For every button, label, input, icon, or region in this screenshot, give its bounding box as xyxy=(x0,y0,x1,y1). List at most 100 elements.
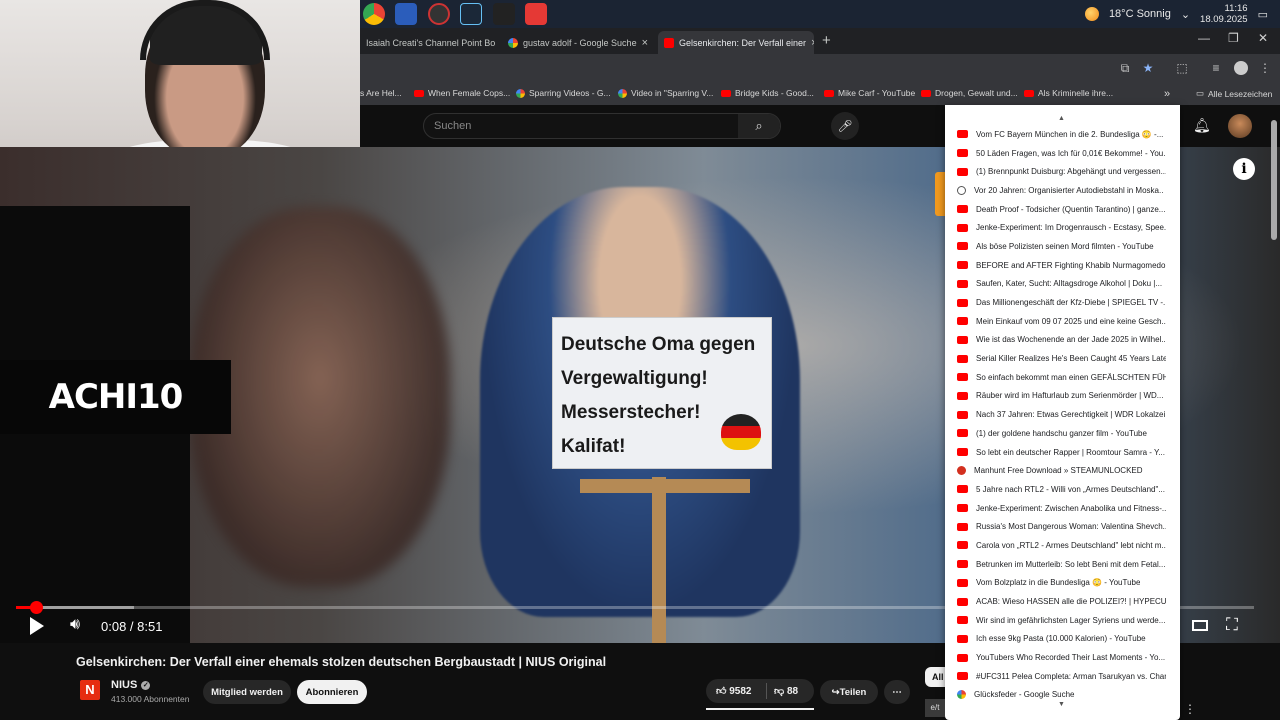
dropdown-bookmark-item[interactable]: Räuber wird im Hafturlaub zum Serienmörd… xyxy=(945,387,1180,406)
dropdown-bookmark-item[interactable]: Wie ist das Wochenende an der Jade 2025 … xyxy=(945,331,1180,350)
close-icon[interactable]: × xyxy=(811,37,814,49)
microphone-icon[interactable]: 🎤︎ xyxy=(831,112,859,140)
bookmark-item[interactable]: Als Kriminelle ihre... xyxy=(1024,88,1113,98)
more-actions-button[interactable]: ⋯ xyxy=(884,680,910,704)
dropdown-bookmark-item[interactable]: BEFORE and AFTER Fighting Khabib Nurmago… xyxy=(945,256,1180,275)
chevron-down-icon[interactable]: ⌄ xyxy=(1181,8,1190,21)
scroll-down-icon[interactable]: ▼ xyxy=(1058,701,1065,708)
bookmark-item[interactable]: s Are Hel... xyxy=(360,88,402,98)
bookmark-item[interactable]: When Female Cops... xyxy=(414,88,510,98)
dropdown-bookmark-item[interactable]: Vom FC Bayern München in die 2. Bundesli… xyxy=(945,125,1180,144)
dropdown-bookmark-item[interactable]: So lebt ein deutscher Rapper | Roomtour … xyxy=(945,443,1180,462)
all-bookmarks[interactable]: ▭ Alle Lesezeichen xyxy=(1196,88,1272,99)
profile-avatar[interactable] xyxy=(1234,61,1248,75)
dropdown-bookmark-item[interactable]: Russia's Most Dangerous Woman: Valentina… xyxy=(945,517,1180,536)
dropdown-bookmark-item[interactable]: Wir sind im gefährlichsten Lager Syriens… xyxy=(945,611,1180,630)
dropdown-bookmark-item[interactable]: So einfach bekommt man einen GEFÄLSCHTEN… xyxy=(945,368,1180,387)
dropdown-bookmark-item[interactable]: (1) Brennpunkt Duisburg: Abgehängt und v… xyxy=(945,162,1180,181)
dropdown-bookmark-item[interactable]: #UFC311 Pelea Completa: Arman Tsarukyan … xyxy=(945,667,1180,686)
tab-youtube-video[interactable]: Gelsenkirchen: Der Verfall einer × xyxy=(658,31,814,54)
menu-icon[interactable]: ⋮ xyxy=(1258,61,1272,75)
app-icon-record[interactable] xyxy=(428,3,450,25)
steam-icon[interactable] xyxy=(460,3,482,25)
new-tab-button[interactable]: + xyxy=(822,32,831,49)
bookmarks-overflow-icon[interactable]: » xyxy=(1164,88,1170,100)
dropdown-bookmark-label: Wir sind im gefährlichsten Lager Syriens… xyxy=(976,615,1166,625)
dropdown-bookmark-item[interactable]: Nach 37 Jahren: Etwas Gerechtigkeit | WD… xyxy=(945,405,1180,424)
google-icon xyxy=(957,690,966,700)
play-icon[interactable] xyxy=(30,617,44,635)
app-icon-red-play[interactable] xyxy=(525,3,547,25)
dropdown-bookmark-item[interactable]: Jenke-Experiment: Im Drogenrausch - Ecst… xyxy=(945,218,1180,237)
info-icon[interactable]: i xyxy=(1233,158,1255,180)
fullscreen-icon[interactable]: ⛶ xyxy=(1226,615,1238,635)
youtube-icon xyxy=(957,597,968,606)
bell-icon[interactable]: 🔔︎ xyxy=(1193,117,1211,134)
mouse-cursor xyxy=(1066,701,1075,715)
dropdown-bookmark-item[interactable]: Saufen, Kater, Sucht: Alltagsdroge Alkoh… xyxy=(945,275,1180,294)
bookmark-item[interactable]: Video in "Sparring V... xyxy=(618,88,713,98)
bookmark-item[interactable]: Mike Carf - YouTube xyxy=(824,88,915,98)
youtube-icon xyxy=(957,634,968,643)
orange-side-tab[interactable] xyxy=(935,172,945,216)
close-window-button[interactable]: ✕ xyxy=(1258,31,1268,45)
dropdown-bookmark-label: Manhunt Free Download » STEAMUNLOCKED xyxy=(974,466,1143,476)
bookmark-item[interactable]: Bridge Kids - Good... xyxy=(721,88,814,98)
dropdown-bookmark-item[interactable]: 5 Jahre nach RTL2 - Willi von „Armes Deu… xyxy=(945,480,1180,499)
chrome-icon[interactable] xyxy=(363,3,385,25)
scroll-up-icon[interactable]: ▲ xyxy=(1058,115,1065,122)
avatar[interactable] xyxy=(1228,114,1252,138)
notification-icon[interactable]: ▭ xyxy=(1258,8,1268,21)
volume-icon[interactable]: 🔊︎ xyxy=(70,616,80,634)
filter-chip-all[interactable]: All xyxy=(925,667,947,687)
theater-mode-icon[interactable] xyxy=(1192,620,1208,631)
extensions-icon[interactable]: ⬚ xyxy=(1175,61,1189,75)
search-input[interactable]: Suchen xyxy=(434,120,471,132)
dropdown-bookmark-item[interactable]: Death Proof - Todsicher (Quentin Taranti… xyxy=(945,200,1180,219)
channel-avatar[interactable]: N xyxy=(80,680,100,700)
bookmark-item[interactable]: Drogen, Gewalt und... xyxy=(921,88,1018,98)
bookmark-item[interactable]: Sparring Videos - G... xyxy=(516,88,611,98)
dropdown-bookmark-item[interactable]: Mein Einkauf vom 09 07 2025 und eine kei… xyxy=(945,312,1180,331)
app-icon-refresh[interactable] xyxy=(395,3,417,25)
dropdown-bookmark-item[interactable]: Carola von „RTL2 - Armes Deutschland" le… xyxy=(945,536,1180,555)
dropdown-bookmark-item[interactable]: 50 Läden Fragen, was Ich für 0,01€ Bekom… xyxy=(945,144,1180,163)
join-button[interactable]: Mitglied werden xyxy=(203,680,291,704)
dropdown-bookmark-item[interactable]: Ich esse 9kg Pasta (10.000 Kalorien) - Y… xyxy=(945,630,1180,649)
search-box[interactable]: Suchen ⌕ xyxy=(423,113,781,139)
dropdown-bookmark-item[interactable]: Serial Killer Realizes He's Been Caught … xyxy=(945,349,1180,368)
star-icon[interactable]: ★ xyxy=(1141,61,1155,75)
dropdown-bookmark-item[interactable]: ACAB: Wieso HASSEN alle die POLIZEI?! | … xyxy=(945,592,1180,611)
channel-name[interactable]: NIUS ✓ xyxy=(111,679,151,691)
minimize-button[interactable]: — xyxy=(1198,31,1210,45)
tab-google-search[interactable]: gustav adolf - Google Suche × xyxy=(502,31,656,54)
search-icon[interactable]: ⌕ xyxy=(738,114,780,138)
page-scrollbar[interactable] xyxy=(1271,120,1277,240)
more-options-icon[interactable]: ⋮ xyxy=(1184,702,1196,716)
dropdown-bookmark-item[interactable]: Als böse Polizisten seinen Mord filmten … xyxy=(945,237,1180,256)
dropdown-bookmark-item[interactable]: Das Millionengeschäft der Kfz-Diebe | SP… xyxy=(945,293,1180,312)
dropdown-bookmark-item[interactable]: (1) der goldene handschu ganzer film - Y… xyxy=(945,424,1180,443)
dropdown-bookmark-item[interactable]: Jenke-Experiment: Zwischen Anabolika und… xyxy=(945,499,1180,518)
dropdown-bookmark-label: Vom FC Bayern München in die 2. Bundesli… xyxy=(976,129,1164,139)
dropdown-bookmark-item[interactable]: Vom Bolzplatz in die Bundesliga 😳 - YouT… xyxy=(945,574,1180,593)
like-button[interactable]: 👍︎ 9582 xyxy=(716,685,751,697)
subscribe-button[interactable]: Abonnieren xyxy=(297,680,367,704)
dropdown-bookmark-item[interactable]: Vor 20 Jahren: Organisierter Autodiebsta… xyxy=(945,181,1180,200)
media-icon[interactable]: ≡ xyxy=(1209,61,1223,75)
dislike-button[interactable]: 👎︎ 88 xyxy=(774,685,798,697)
bottom-chip[interactable]: e/t xyxy=(925,699,945,717)
clock[interactable]: 11:16 18.09.2025 xyxy=(1200,3,1248,25)
dropdown-bookmark-label: BEFORE and AFTER Fighting Khabib Nurmago… xyxy=(976,260,1166,270)
restore-button[interactable]: ❐ xyxy=(1228,31,1239,45)
cast-icon[interactable]: ⧉ xyxy=(1118,61,1132,75)
progress-scrubber[interactable] xyxy=(29,601,43,614)
dropdown-bookmark-item[interactable]: Manhunt Free Download » STEAMUNLOCKED xyxy=(945,461,1180,480)
tab-channel-points[interactable]: Isaiah Creati's Channel Point Bo × xyxy=(360,31,500,54)
youtube-icon xyxy=(957,485,968,494)
dropdown-bookmark-item[interactable]: YouTubers Who Recorded Their Last Moment… xyxy=(945,648,1180,667)
close-icon[interactable]: × xyxy=(642,37,648,49)
dropdown-bookmark-item[interactable]: Betrunken im Mutterleib: So lebt Beni mi… xyxy=(945,555,1180,574)
app-icon-dark[interactable] xyxy=(493,3,515,25)
share-button[interactable]: ↪ Teilen xyxy=(820,680,878,704)
